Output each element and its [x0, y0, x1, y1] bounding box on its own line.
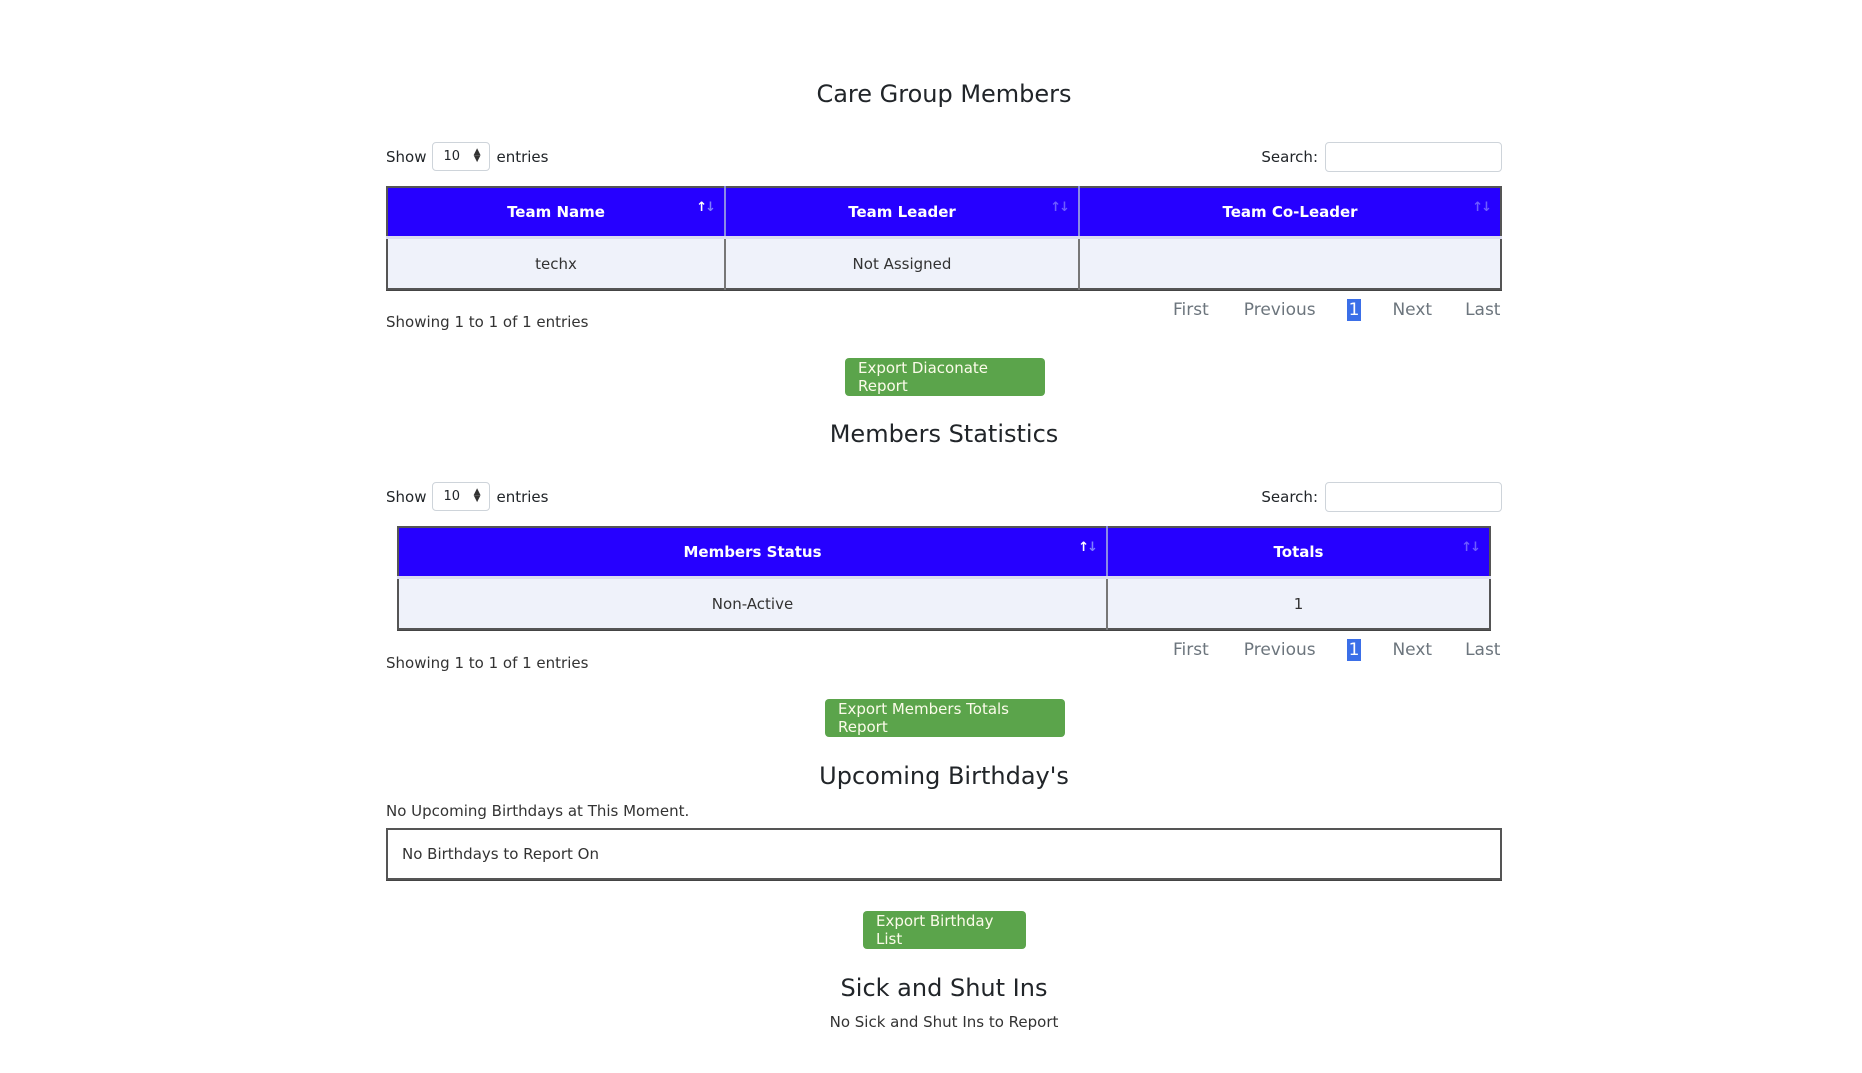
members-statistics-table-info: Showing 1 to 1 of 1 entries	[386, 654, 589, 672]
entries-label: entries	[496, 487, 549, 506]
cell-members-status: Non-Active	[398, 577, 1107, 629]
column-header-team-co-leader[interactable]: Team Co-Leader ↑↓	[1078, 187, 1501, 239]
export-diaconate-report-button[interactable]: Export Diaconate Report	[845, 358, 1045, 396]
birthdays-box-text: No Birthdays to Report On	[402, 845, 599, 863]
search-label: Search:	[1261, 488, 1318, 506]
column-header-totals[interactable]: Totals ↑↓	[1106, 527, 1490, 579]
column-header-team-leader[interactable]: Team Leader ↑↓	[724, 187, 1079, 239]
column-header-team-name[interactable]: Team Name ↑↓	[387, 187, 725, 239]
sort-ascending-icon: ↑↓	[696, 200, 716, 215]
entries-per-page-value: 10	[443, 489, 461, 504]
pagination-last[interactable]: Last	[1465, 300, 1500, 320]
pagination-first[interactable]: First	[1173, 300, 1209, 320]
cell-team-leader: Not Assigned	[724, 237, 1079, 289]
table-header-row: Team Name ↑↓ Team Leader ↑↓ Team Co-Lead…	[387, 187, 1501, 239]
care-group-pagination: First Previous 1 Next Last	[1173, 299, 1500, 321]
entries-label: entries	[496, 147, 549, 166]
export-birthday-list-button[interactable]: Export Birthday List	[863, 911, 1026, 949]
column-header-members-status[interactable]: Members Status ↑↓	[398, 527, 1107, 579]
table-row: techx Not Assigned	[387, 237, 1501, 289]
show-label: Show	[386, 147, 427, 166]
pagination-next[interactable]: Next	[1392, 640, 1432, 660]
show-label: Show	[386, 487, 427, 506]
search-input[interactable]	[1325, 482, 1502, 512]
sort-icon: ↑↓	[1461, 540, 1481, 555]
care-group-search: Search:	[1261, 142, 1502, 172]
sort-icon: ↑↓	[1472, 200, 1492, 215]
pagination-previous[interactable]: Previous	[1244, 640, 1316, 660]
members-statistics-pagination: First Previous 1 Next Last	[1173, 639, 1500, 661]
pagination-next[interactable]: Next	[1392, 300, 1432, 320]
entries-per-page-value: 10	[443, 149, 461, 164]
members-statistics-length-control: Show 10 ▲ ▼ entries	[386, 482, 548, 511]
search-label: Search:	[1261, 148, 1318, 166]
sick-and-shut-ins-status-text: No Sick and Shut Ins to Report	[829, 1013, 1059, 1031]
care-group-length-control: Show 10 ▲ ▼ entries	[386, 142, 548, 171]
table-header-row: Members Status ↑↓ Totals ↑↓	[398, 527, 1490, 579]
cell-team-name: techx	[387, 237, 725, 289]
search-input[interactable]	[1325, 142, 1502, 172]
upcoming-birthdays-title: Upcoming Birthday's	[819, 762, 1069, 790]
sort-icon: ↑↓	[1050, 200, 1070, 215]
table-row: Non-Active 1	[398, 577, 1490, 629]
members-statistics-search: Search:	[1261, 482, 1502, 512]
entries-per-page-select[interactable]: 10 ▲ ▼	[432, 482, 491, 511]
select-caret-icon: ▲ ▼	[473, 487, 481, 504]
sort-ascending-icon: ↑↓	[1078, 540, 1098, 555]
members-statistics-table: Members Status ↑↓ Totals ↑↓ Non-Active 1	[397, 526, 1491, 630]
care-group-table-info: Showing 1 to 1 of 1 entries	[386, 313, 589, 331]
birthdays-list-box: No Birthdays to Report On	[386, 828, 1502, 880]
sick-and-shut-ins-title: Sick and Shut Ins	[840, 974, 1048, 1002]
pagination-page-current[interactable]: 1	[1346, 299, 1362, 321]
pagination-page-current[interactable]: 1	[1346, 639, 1362, 661]
entries-per-page-select[interactable]: 10 ▲ ▼	[432, 142, 491, 171]
select-caret-icon: ▲ ▼	[473, 147, 481, 164]
pagination-previous[interactable]: Previous	[1244, 300, 1316, 320]
pagination-first[interactable]: First	[1173, 640, 1209, 660]
care-group-title: Care Group Members	[816, 80, 1072, 108]
pagination-last[interactable]: Last	[1465, 640, 1500, 660]
members-statistics-title: Members Statistics	[829, 420, 1059, 448]
care-group-table: Team Name ↑↓ Team Leader ↑↓ Team Co-Lead…	[386, 186, 1502, 290]
birthdays-status-text: No Upcoming Birthdays at This Moment.	[386, 802, 690, 820]
cell-totals: 1	[1106, 577, 1490, 629]
export-members-totals-report-button[interactable]: Export Members Totals Report	[825, 699, 1065, 737]
cell-team-co-leader	[1078, 237, 1501, 289]
